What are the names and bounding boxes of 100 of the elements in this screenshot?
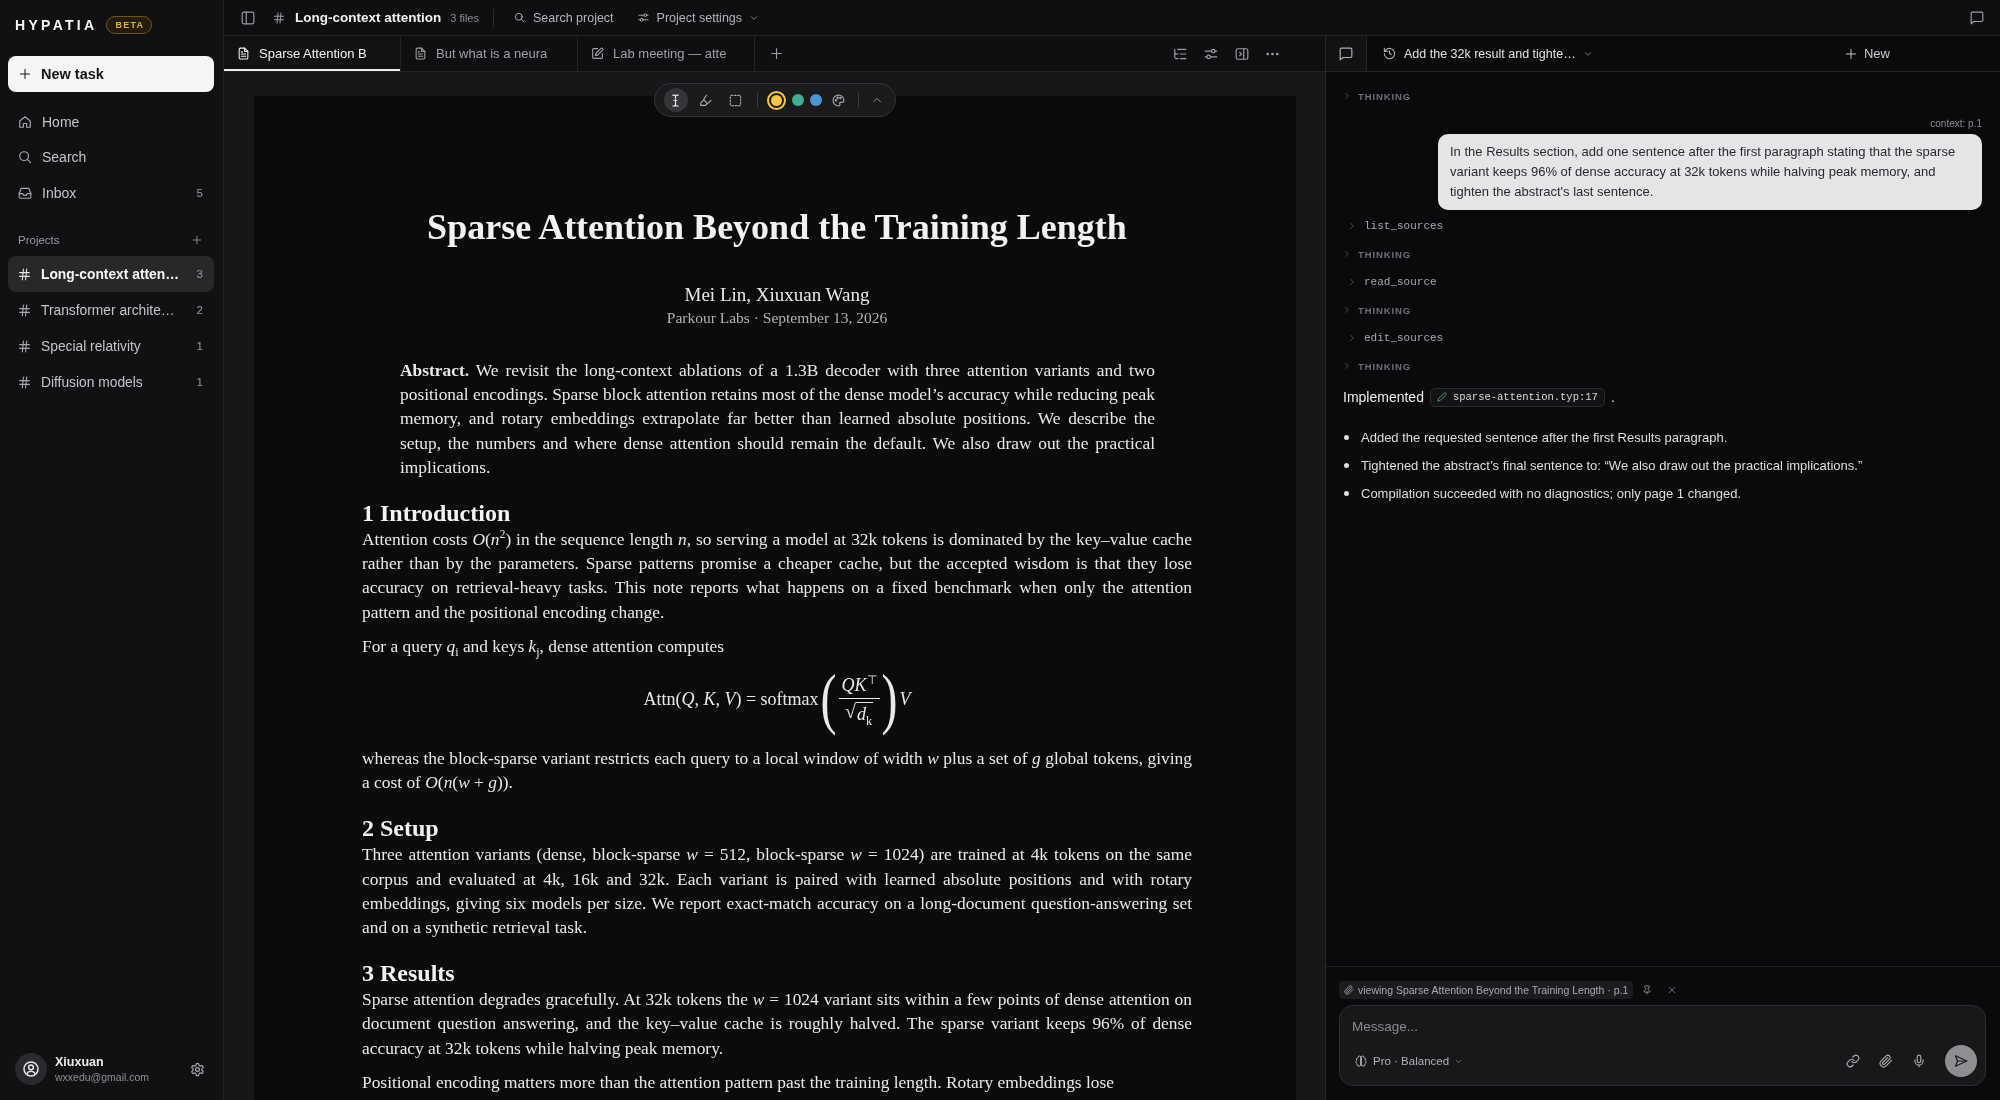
file-count: 1 — [196, 376, 203, 388]
more-icon[interactable] — [1266, 51, 1279, 56]
context-chip[interactable]: viewing Sparse Attention Beyond the Training Length · p.1 — [1339, 981, 1634, 999]
hash-icon — [18, 339, 31, 353]
new-task-button[interactable]: New task — [8, 56, 214, 92]
user-message-bubble: In the Results section, add one sentence after the first paragraph stating that the sparse variant keeps 96% of dense accuracy at 32k tokens while halving peak memory, and tighten the abstract's last sentence. — [1438, 134, 1982, 211]
paperclip-icon — [1344, 985, 1354, 995]
palette-icon[interactable] — [831, 93, 845, 107]
file-tab[interactable]: Sparse Attention B — [224, 36, 401, 71]
plus-icon — [19, 68, 31, 80]
section-heading: 1 Introduction — [362, 499, 511, 527]
project-item[interactable]: Long-context atten… 3 — [8, 256, 214, 292]
model-selector[interactable]: Pro · Balanced — [1352, 1055, 1463, 1067]
document-icon — [414, 47, 427, 60]
paragraph: Sparse attention degrades gracefully. At 32k tokens the w = 1024 variant sits within a few points of dense attention on document question answering, and the key–value cache is roughly halved. The sparse variant keeps 96% of dense accuracy at 32k tokens while halving peak memory. — [362, 988, 1192, 1060]
sidebar-toggle-icon[interactable] — [241, 10, 255, 25]
color-swatch[interactable] — [766, 90, 786, 110]
inbox-icon — [18, 185, 32, 200]
file-count: 2 — [196, 304, 203, 316]
pin-icon[interactable] — [1642, 985, 1653, 995]
history-icon — [1383, 47, 1396, 60]
bullet-icon — [1344, 434, 1349, 440]
reply-text: Implemented — [1343, 389, 1424, 406]
chat-toggle-button[interactable] — [1326, 36, 1367, 71]
bullet-text: Tightened the abstract’s final sentence to: “We also draw out the practical implications.” — [1361, 457, 1863, 473]
outline-icon[interactable] — [1173, 46, 1187, 61]
app-logo: HYPATIA — [15, 17, 98, 33]
thinking-toggle[interactable]: THINKING — [1343, 240, 1412, 269]
bullet-icon — [1344, 490, 1349, 496]
hash-icon — [18, 267, 31, 281]
plus-icon[interactable] — [770, 47, 783, 60]
selection-icon — [729, 93, 742, 107]
thinking-toggle[interactable]: THINKING — [1343, 82, 1412, 110]
nav-item[interactable]: Inbox 5 — [8, 175, 214, 211]
close-icon[interactable] — [1668, 986, 1677, 994]
context-label: context: p.1 — [1930, 117, 1982, 131]
search-project-button[interactable]: Search project — [514, 10, 614, 25]
nav-item[interactable]: Search — [8, 139, 214, 175]
project-settings-button[interactable]: Project settings — [637, 10, 759, 25]
thinking-toggle[interactable]: THINKING — [1343, 296, 1412, 325]
send-button[interactable] — [1945, 1045, 1977, 1077]
reply-text: . — [1610, 389, 1615, 406]
text-cursor-icon — [669, 93, 682, 107]
file-tab[interactable]: Lab meeting — atte — [578, 36, 755, 71]
chevron-down-icon — [1583, 49, 1592, 58]
paragraph: Attention costs O(n$^{2}$) in the sequence length n, so serving a model at 32k tokens is dominated by the key–value cache rather than by the parameters. Sparse patterns promise a cheaper cache, but the accepted wisdom is that they lose accuracy on retrieval-heavy tasks. This note reports what happens on a fixed benchmark when only the attention pattern and the positional encoding change. — [362, 527, 1192, 624]
link-icon[interactable] — [1846, 1054, 1860, 1068]
file-tab[interactable]: But what is a neura — [401, 36, 578, 71]
document-icon — [237, 47, 250, 60]
hash-icon — [18, 303, 31, 317]
section-heading: 2 Setup — [362, 814, 439, 843]
edit-note-icon — [591, 47, 604, 60]
file-count: 1 — [196, 340, 203, 352]
unread-count: 5 — [196, 186, 203, 199]
brain-icon — [1355, 1055, 1367, 1067]
bullet-icon — [1344, 462, 1349, 468]
search-icon — [18, 150, 32, 165]
file-chip[interactable]: sparse-attention.typ:17 — [1429, 387, 1605, 407]
plus-icon — [1845, 47, 1857, 60]
nav-item[interactable]: Home — [8, 104, 214, 140]
user-name: Xiuxuan — [55, 1055, 105, 1069]
chat-icon[interactable] — [1970, 10, 1984, 25]
microphone-icon[interactable] — [1912, 1054, 1926, 1068]
beta-badge: BETA — [106, 16, 153, 34]
bullet-text: Compilation succeeded with no diagnostics; only page 1 changed. — [1361, 485, 1742, 501]
section-heading: 3 Results — [362, 959, 455, 988]
home-icon — [18, 114, 32, 129]
thread-selector[interactable]: Add the 32k result and tighte… — [1383, 36, 1592, 71]
tool-call-toggle[interactable]: edit_sources — [1343, 324, 1444, 353]
hash-icon — [18, 375, 31, 389]
hash-icon — [273, 11, 285, 24]
paper-affiliation: Parkour Labs · September 13, 2026 — [666, 308, 888, 328]
paragraph: whereas the block-sparse variant restricts each query to a local window of width w plus a set of g global tokens, giving a cost of O(n(w + g)). — [362, 747, 1192, 795]
paragraph: Three attention variants (dense, block-sparse w = 512, block-sparse w = 1024) are trained at 4k tokens on the same corpus and evaluated at 4k, 16k and 32k. Each variant is paired with learned absolute positions and with rotary embeddings, giving six models per size. We report exact-match accuracy on a long-document question-answering set and on a synthetic retrieval task. — [362, 843, 1192, 940]
text-tool-button[interactable] — [663, 88, 688, 112]
paper-title: Sparse Attention Beyond the Training Length — [427, 207, 1127, 247]
paperclip-icon[interactable] — [1879, 1054, 1893, 1068]
thinking-toggle[interactable]: THINKING — [1343, 352, 1412, 381]
user-email: wxxedu@gmail.com — [55, 1071, 151, 1083]
project-title: Long-context attention — [295, 10, 442, 25]
send-icon — [1954, 1054, 1968, 1068]
project-item[interactable]: Special relativity 1 — [8, 328, 214, 364]
file-count: 3 files — [450, 11, 479, 24]
project-item[interactable]: Transformer archite… 2 — [8, 292, 214, 328]
settings-icon[interactable] — [190, 1061, 205, 1077]
message-input[interactable]: Message... — [1352, 1016, 1977, 1036]
plus-icon[interactable] — [192, 235, 202, 245]
new-chat-button[interactable]: New — [1845, 36, 1890, 71]
search-icon — [514, 12, 525, 23]
chevron-up-icon[interactable] — [871, 95, 882, 105]
color-swatch[interactable] — [809, 94, 822, 106]
panel-icon[interactable] — [1235, 46, 1249, 61]
project-item[interactable]: Diffusion models 1 — [8, 364, 214, 400]
sliders-icon[interactable] — [1204, 46, 1218, 61]
color-swatch[interactable] — [791, 94, 804, 106]
highlighter-icon — [699, 93, 712, 107]
tool-call-toggle[interactable]: list_sources — [1343, 212, 1444, 241]
file-count: 3 — [196, 268, 203, 280]
tool-call-toggle[interactable]: read_source — [1343, 268, 1437, 297]
abstract-paragraph: Abstract. We revisit the long-context ablations of a 1.3B decoder with three attention variants and two positional encodings. Sparse block attention retains most of the dense model’s accuracy while reducing peak memory, and rotary embeddings extrapolate far better than learned absolute positions. We describe the setup, the numbers and where dense attention should remain the default. We also draw out the practical implications. — [400, 359, 1155, 479]
